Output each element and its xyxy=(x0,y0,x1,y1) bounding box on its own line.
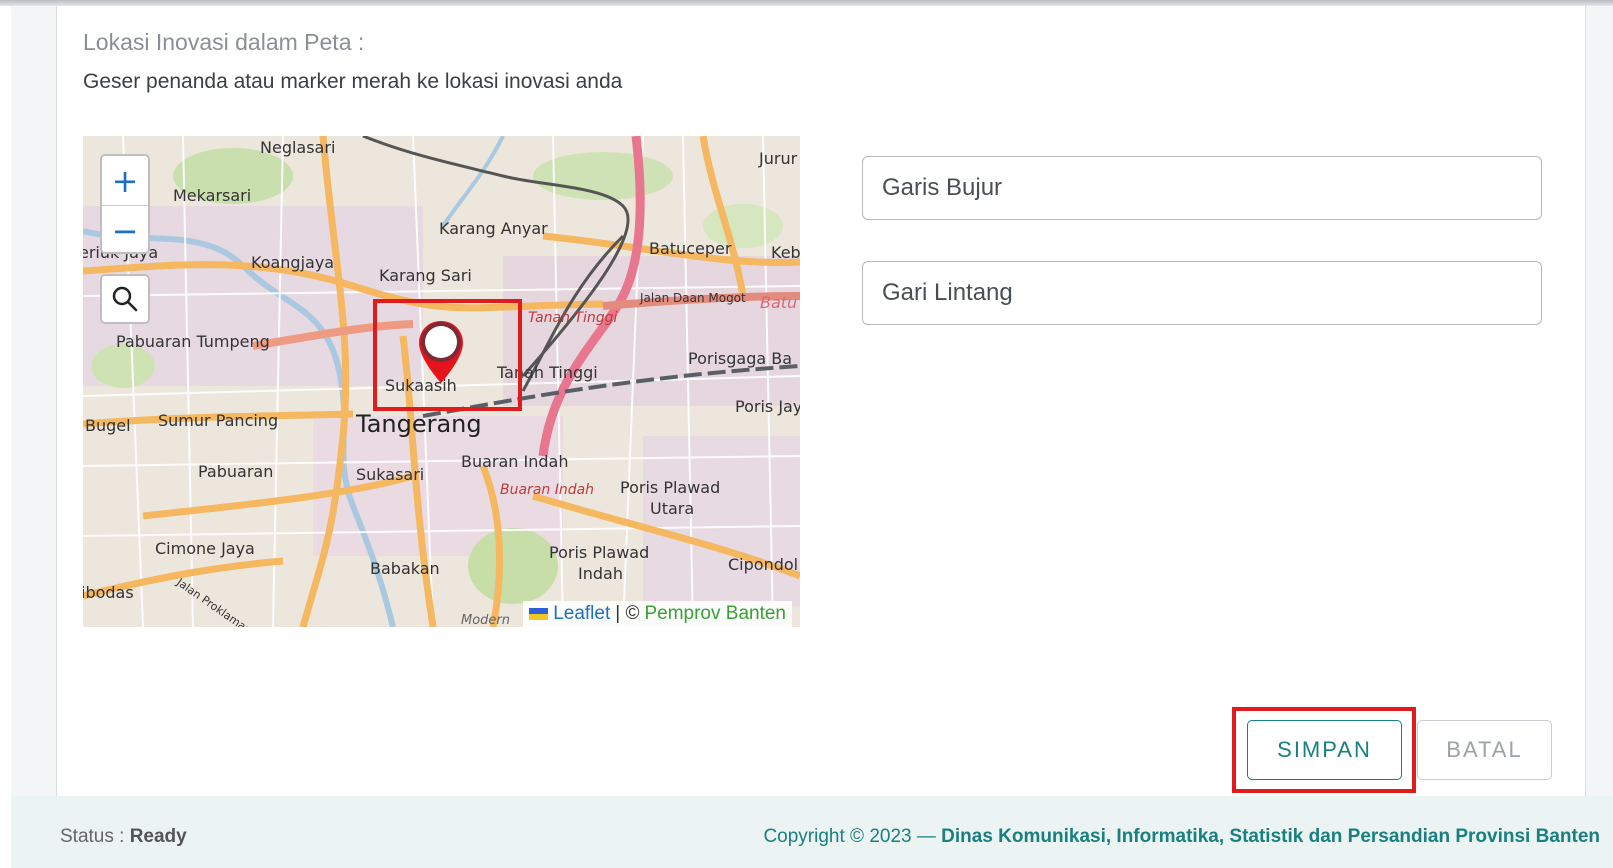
longitude-input[interactable] xyxy=(862,156,1542,220)
attribution-separator: | © xyxy=(615,603,640,624)
zoom-in-button[interactable]: + xyxy=(102,156,148,205)
location-map[interactable]: Neglasari Jurur Mekarsari Karang Anyar B… xyxy=(83,136,800,627)
copyright-prefix: Copyright © 2023 — xyxy=(763,826,936,847)
organization-name: Dinas Komunikasi, Informatika, Statistik… xyxy=(941,826,1600,847)
ukraine-flag-icon xyxy=(529,608,549,620)
leaflet-link[interactable]: Leaflet xyxy=(553,603,610,625)
latitude-input[interactable] xyxy=(862,261,1542,325)
pemprov-banten-link[interactable]: Pemprov Banten xyxy=(644,603,786,625)
save-button[interactable]: SIMPAN xyxy=(1247,720,1402,780)
status-bar: Status : Ready xyxy=(60,826,187,848)
map-label-tanah-tinggi-station: Tanah Tinggi xyxy=(528,310,618,326)
map-label-buaran-indah: Buaran Indah xyxy=(461,452,569,471)
map-label-poris-jaya: Poris Jay xyxy=(735,397,800,416)
map-label-karang-anyar: Karang Anyar xyxy=(439,219,548,238)
map-label-indah: Indah xyxy=(578,564,623,583)
map-label-mekarsari: Mekarsari xyxy=(173,186,251,205)
map-label-tangerang: Tangerang xyxy=(355,410,482,438)
map-label-karang-sari: Karang Sari xyxy=(379,266,472,285)
map-label-batuceper: Batuceper xyxy=(649,239,732,258)
map-label-pabuaran: Pabuaran xyxy=(198,462,273,481)
map-label-modern: Modern xyxy=(461,613,510,627)
map-label-sukasari: Sukasari xyxy=(356,465,424,484)
zoom-out-button[interactable]: − xyxy=(102,205,148,255)
status-value: Ready xyxy=(129,826,187,847)
map-label-cibodas: ibodas xyxy=(83,583,134,602)
map-label-jurur: Jurur xyxy=(758,149,798,168)
copyright: Copyright © 2023 — Dinas Komunikasi, Inf… xyxy=(763,826,1600,848)
map-label-bugel: Bugel xyxy=(85,416,131,435)
map-label-buaran-indah-station: Buaran Indah xyxy=(500,482,594,498)
map-label-jalan-daan-mogot: Jalan Daan Mogot xyxy=(639,291,746,305)
location-marker-icon[interactable] xyxy=(416,319,466,385)
map-label-sumur-pancing: Sumur Pancing xyxy=(158,411,278,430)
map-label-porisgaga: Porisgaga Ba xyxy=(688,349,792,368)
map-label-cimone-jaya: Cimone Jaya xyxy=(155,539,255,558)
map-label-pabuaran-tumpeng: Pabuaran Tumpeng xyxy=(116,332,270,351)
section-title: Lokasi Inovasi dalam Peta : xyxy=(83,29,365,55)
zoom-control: + − xyxy=(100,154,150,254)
map-label-keb: Keb xyxy=(771,243,800,262)
map-attribution: Leaflet | © Pemprov Banten xyxy=(523,601,792,627)
left-gutter xyxy=(0,6,11,868)
map-search-button[interactable] xyxy=(100,274,150,324)
map-label-babakan: Babakan xyxy=(370,559,440,578)
map-label-utara: Utara xyxy=(650,499,694,518)
map-label-batu: Batu xyxy=(760,293,797,312)
status-label: Status : xyxy=(60,826,125,847)
map-label-cipondoh: Cipondol xyxy=(728,555,798,574)
map-label-poris-plawad-indah: Poris Plawad xyxy=(549,543,649,562)
map-label-neglasari: Neglasari xyxy=(260,138,335,157)
search-icon xyxy=(112,286,138,312)
section-instruction: Geser penanda atau marker merah ke lokas… xyxy=(83,70,623,93)
map-label-poris-plawad-utara: Poris Plawad xyxy=(620,478,720,497)
map-label-koangjaya: Koangjaya xyxy=(251,253,334,272)
cancel-button[interactable]: BATAL xyxy=(1417,720,1552,780)
